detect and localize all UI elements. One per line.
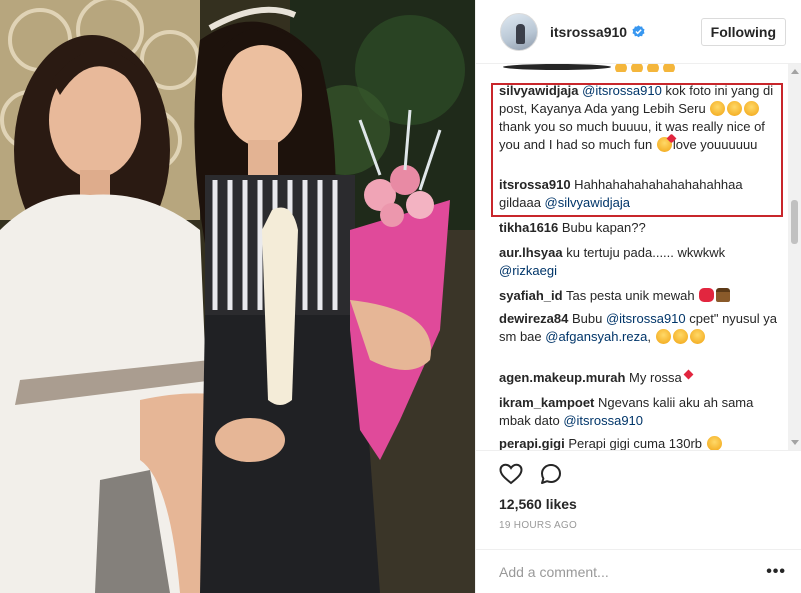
partial-comment bbox=[499, 64, 739, 72]
handbag-emoji-icon bbox=[716, 288, 731, 302]
header-username[interactable]: itsrossa910 bbox=[550, 24, 627, 40]
comment-item: ikram_kampoet Ngevans kalii aku ah sama … bbox=[499, 394, 784, 430]
heart-emoji-icon bbox=[683, 369, 694, 380]
comment-text: My rossa bbox=[625, 370, 682, 385]
post-actions: 12,560 likes 19 HOURS AGO ••• bbox=[476, 450, 801, 593]
comment-item: perapi.gigi Perapi gigi cuma 130rb bbox=[499, 435, 784, 450]
comment-text: , bbox=[647, 329, 655, 344]
avatar[interactable] bbox=[500, 12, 538, 51]
kiss-emoji-icon bbox=[706, 436, 722, 450]
scroll-down-arrow-icon[interactable] bbox=[791, 440, 799, 445]
post-header: itsrossa910 Following bbox=[476, 0, 801, 64]
scrollbar-thumb[interactable] bbox=[791, 200, 798, 244]
smile-emoji-icon bbox=[689, 329, 705, 344]
comment-text: Bubu kapan?? bbox=[558, 220, 646, 235]
highlight-box bbox=[491, 83, 783, 217]
comment-mention[interactable]: @rizkaegi bbox=[499, 263, 557, 278]
comment-mention[interactable]: @itsrossa910 bbox=[563, 413, 643, 428]
comment-username[interactable]: aur.lhsyaa bbox=[499, 245, 563, 260]
post-photo bbox=[0, 0, 475, 593]
comment-text: ku tertuju pada...... wkwkwk bbox=[562, 245, 726, 260]
comments-scrollbar[interactable] bbox=[788, 64, 801, 450]
comment-item: agen.makeup.murah My rossa bbox=[499, 369, 784, 387]
heart-outline-icon[interactable] bbox=[499, 462, 523, 486]
smile-emoji-icon bbox=[672, 329, 688, 344]
scroll-up-arrow-icon[interactable] bbox=[791, 69, 799, 74]
following-button[interactable]: Following bbox=[700, 17, 786, 46]
comment-item: tikha1616 Bubu kapan?? bbox=[499, 219, 784, 237]
comment-item: dewireza84 Bubu @itsrossa910 cpet" nyusu… bbox=[499, 310, 784, 346]
comment-username[interactable]: dewireza84 bbox=[499, 311, 568, 326]
comment-username[interactable]: syafiah_id bbox=[499, 288, 563, 303]
comment-username[interactable]: ikram_kampoet bbox=[499, 395, 594, 410]
add-comment-input[interactable] bbox=[499, 564, 767, 580]
comment-item: aur.lhsyaa ku tertuju pada...... wkwkwk … bbox=[499, 244, 784, 280]
comment-item: syafiah_id Tas pesta unik mewah bbox=[499, 287, 784, 305]
ellipsis-icon[interactable]: ••• bbox=[766, 563, 786, 581]
comment-username[interactable]: agen.makeup.murah bbox=[499, 370, 625, 385]
post-timestamp[interactable]: 19 HOURS AGO bbox=[499, 520, 577, 531]
verified-badge-icon bbox=[632, 25, 645, 38]
post-detail-panel: itsrossa910 Following silvyawidjaja @its… bbox=[475, 0, 801, 593]
smile-emoji-icon bbox=[655, 329, 671, 344]
comments-list[interactable]: silvyawidjaja @itsrossa910 kok foto ini … bbox=[476, 64, 792, 450]
comment-text: Bubu bbox=[568, 311, 606, 326]
add-comment-bar: ••• bbox=[476, 549, 801, 593]
likes-count[interactable]: 12,560 likes bbox=[499, 496, 577, 512]
speech-bubble-icon[interactable] bbox=[539, 462, 563, 486]
comment-username[interactable]: perapi.gigi bbox=[499, 436, 565, 450]
comment-username[interactable]: tikha1616 bbox=[499, 220, 558, 235]
comment-text: Perapi gigi cuma 130rb bbox=[564, 436, 706, 450]
comment-mention[interactable]: @itsrossa910 bbox=[606, 311, 686, 326]
action-icons bbox=[499, 462, 563, 486]
comment-text: Tas pesta unik mewah bbox=[562, 288, 699, 303]
comment-mention[interactable]: @afgansyah.reza bbox=[545, 329, 647, 344]
red-bag-emoji-icon bbox=[699, 288, 715, 302]
